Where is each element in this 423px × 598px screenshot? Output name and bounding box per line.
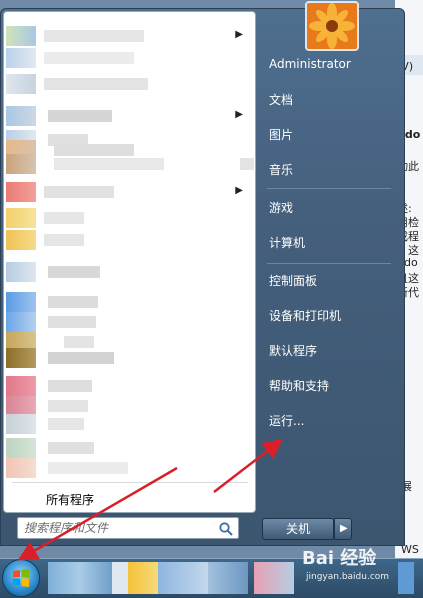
separator — [267, 188, 391, 189]
all-programs-label: 所有程序 — [46, 493, 95, 507]
watermark: Bai 经验 jingyan.baidu.com — [302, 544, 412, 590]
windows-logo-icon — [13, 568, 29, 587]
search-box[interactable] — [17, 517, 239, 539]
program-icon — [6, 396, 36, 416]
all-programs-button[interactable]: 所有程序 — [12, 486, 248, 510]
program-item[interactable] — [4, 208, 255, 228]
documents-link[interactable]: 文档 — [265, 87, 395, 113]
program-icon — [6, 292, 36, 312]
games-link[interactable]: 游戏 — [265, 195, 395, 221]
program-item[interactable] — [4, 262, 255, 282]
taskbar-button[interactable] — [112, 562, 128, 594]
program-item[interactable] — [4, 292, 255, 312]
taskbar-button[interactable] — [254, 562, 294, 594]
help-support-link[interactable]: 帮助和支持 — [265, 373, 395, 399]
program-item[interactable] — [4, 414, 255, 434]
user-name-link[interactable]: Administrator — [265, 53, 395, 79]
user-avatar[interactable] — [305, 1, 359, 51]
search-input[interactable] — [24, 520, 214, 536]
program-icon — [6, 414, 36, 434]
program-icon — [6, 348, 36, 368]
program-icon — [6, 154, 36, 174]
program-item[interactable] — [4, 396, 255, 416]
program-item[interactable] — [4, 348, 255, 368]
separator — [267, 263, 391, 264]
program-item[interactable] — [4, 154, 255, 174]
pane-divider — [12, 482, 248, 483]
flower-icon — [307, 3, 357, 49]
program-item[interactable] — [4, 230, 255, 250]
program-item[interactable] — [4, 74, 255, 94]
program-icon — [6, 74, 36, 94]
program-item[interactable] — [4, 376, 255, 396]
program-item[interactable]: ▶ — [4, 182, 255, 202]
program-icon — [6, 438, 36, 458]
computer-link[interactable]: 计算机 — [265, 230, 395, 256]
program-icon — [6, 208, 36, 228]
submenu-arrow-icon: ▶ — [235, 185, 243, 196]
program-icon — [6, 376, 36, 396]
default-programs-link[interactable]: 默认程序 — [265, 338, 395, 364]
run-link[interactable]: 运行... — [265, 408, 395, 434]
start-menu: ▶ ▶ ▶ 所有程序 搜索程序和文件 Administrator 文档 图片 音… — [0, 1, 405, 546]
taskbar-button[interactable] — [158, 562, 208, 594]
watermark-brand: Bai 经验 — [302, 548, 377, 569]
triangle-right-icon: ▶ — [340, 523, 348, 534]
shutdown-button[interactable]: 关机 — [262, 518, 334, 540]
program-icon — [6, 26, 36, 46]
shutdown-options-button[interactable]: ▶ — [334, 518, 352, 540]
program-icon — [6, 106, 36, 126]
taskbar-button[interactable] — [128, 562, 158, 594]
program-icon — [6, 182, 36, 202]
program-icon — [6, 230, 36, 250]
program-item[interactable] — [4, 312, 255, 332]
submenu-arrow-icon: ▶ — [235, 109, 243, 120]
program-item[interactable] — [4, 48, 255, 68]
search-icon[interactable] — [218, 521, 234, 537]
program-item[interactable] — [4, 458, 255, 478]
devices-printers-link[interactable]: 设备和打印机 — [265, 303, 395, 329]
program-item[interactable] — [4, 438, 255, 458]
program-item[interactable]: ▶ — [4, 106, 255, 126]
taskbar-button[interactable] — [208, 562, 248, 594]
music-link[interactable]: 音乐 — [265, 157, 395, 183]
program-item[interactable]: ▶ — [4, 26, 255, 46]
program-icon — [6, 262, 36, 282]
start-button[interactable] — [2, 559, 40, 597]
taskbar-button[interactable] — [48, 562, 112, 594]
program-icon — [6, 458, 36, 478]
program-icon — [6, 312, 36, 332]
pictures-link[interactable]: 图片 — [265, 122, 395, 148]
program-list-pane: ▶ ▶ ▶ 所有程序 — [3, 11, 256, 513]
watermark-url: jingyan.baidu.com — [306, 572, 390, 582]
submenu-arrow-icon: ▶ — [235, 29, 243, 40]
control-panel-link[interactable]: 控制面板 — [265, 268, 395, 294]
program-icon — [6, 48, 36, 68]
